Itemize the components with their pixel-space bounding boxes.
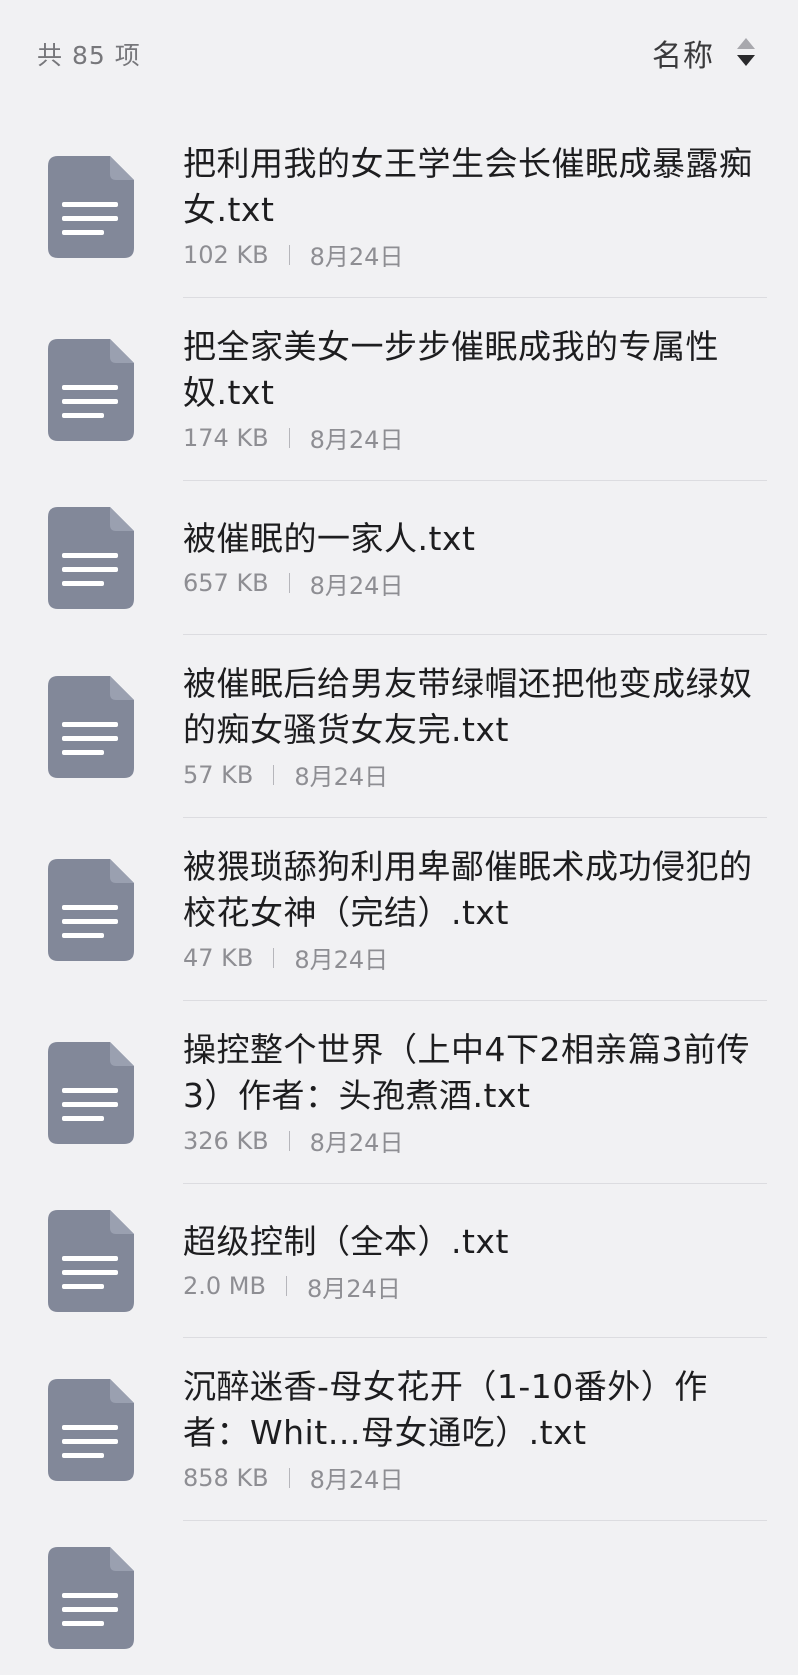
file-list: 把利用我的女王学生会长催眠成暴露痴女.txt 102 KB 8月24日 把全家美… — [0, 115, 798, 1675]
list-item[interactable]: 操控整个世界（上中4下2相亲篇3前传3）作者：头孢煮酒.txt 326 KB 8… — [0, 1001, 798, 1184]
file-date: 8月24日 — [309, 1129, 404, 1157]
meta-separator — [288, 1130, 290, 1151]
text-file-icon — [48, 858, 134, 961]
text-file-icon — [48, 507, 134, 609]
text-file-icon — [48, 1041, 134, 1144]
list-item[interactable]: 超级控制（全本）.txt 2.0 MB 8月24日 — [0, 1184, 798, 1338]
list-item[interactable]: 沉醉迷香-母女花开（1-10番外）作者：Whit…母女通吃）.txt 858 K… — [0, 1338, 798, 1521]
list-item[interactable]: 被催眠的一家人.txt 657 KB 8月24日 — [0, 481, 798, 635]
list-item[interactable]: 把全家美女一步步催眠成我的专属性奴.txt 174 KB 8月24日 — [0, 298, 798, 481]
file-size: 858 KB — [183, 1463, 269, 1492]
file-name: 被猥琐舔狗利用卑鄙催眠术成功侵犯的校花女神（完结）.txt — [183, 847, 753, 932]
file-size: 174 KB — [183, 423, 269, 452]
file-name: 沉醉迷香-母女花开（1-10番外）作者：Whit…母女通吃）.txt — [183, 1367, 708, 1452]
file-date: 8月24日 — [309, 243, 404, 271]
file-name: 超级控制（全本）.txt — [183, 1221, 509, 1261]
sort-label: 名称 — [652, 39, 714, 74]
list-item[interactable]: 被催眠后给男友带绿帽还把他变成绿奴的痴女骚货女友完.txt 57 KB 8月24… — [0, 635, 798, 818]
file-name: 被催眠的一家人.txt — [183, 518, 476, 558]
text-file-icon — [48, 675, 134, 778]
meta-separator — [273, 764, 275, 785]
file-size: 57 KB — [183, 760, 254, 789]
file-name: 把利用我的女王学生会长催眠成暴露痴女.txt — [183, 144, 753, 229]
file-date: 8月24日 — [294, 763, 389, 791]
sort-order-icon — [734, 35, 758, 71]
list-header: 共 85 项 名称 — [0, 0, 798, 110]
file-date: 8月24日 — [306, 1274, 401, 1303]
text-file-icon — [48, 1547, 134, 1649]
meta-separator — [288, 244, 290, 265]
meta-separator — [288, 573, 290, 593]
file-date: 8月24日 — [294, 946, 389, 974]
list-item[interactable] — [0, 1521, 798, 1675]
text-file-icon — [48, 155, 134, 258]
file-size: 657 KB — [183, 569, 269, 597]
text-file-icon — [48, 1378, 134, 1481]
meta-separator — [273, 947, 275, 968]
file-size: 102 KB — [183, 240, 269, 269]
meta-separator — [288, 1467, 290, 1488]
file-date: 8月24日 — [309, 1466, 404, 1494]
file-name: 被催眠后给男友带绿帽还把他变成绿奴的痴女骚货女友完.txt — [183, 664, 753, 749]
meta-separator — [285, 1276, 287, 1296]
text-file-icon — [48, 338, 134, 441]
file-name: 操控整个世界（上中4下2相亲篇3前传3）作者：头孢煮酒.txt — [183, 1030, 750, 1115]
file-size: 47 KB — [183, 943, 254, 972]
list-item[interactable]: 被猥琐舔狗利用卑鄙催眠术成功侵犯的校花女神（完结）.txt 47 KB 8月24… — [0, 818, 798, 1001]
file-size: 2.0 MB — [183, 1272, 266, 1300]
file-date: 8月24日 — [309, 426, 404, 454]
meta-separator — [288, 427, 290, 448]
list-item[interactable]: 把利用我的女王学生会长催眠成暴露痴女.txt 102 KB 8月24日 — [0, 115, 798, 298]
sort-by-name-button[interactable]: 名称 — [652, 30, 758, 76]
item-count: 共 85 项 — [37, 41, 141, 70]
file-size: 326 KB — [183, 1126, 269, 1155]
text-file-icon — [48, 1210, 134, 1312]
file-name: 把全家美女一步步催眠成我的专属性奴.txt — [183, 327, 719, 412]
file-date: 8月24日 — [309, 571, 404, 600]
